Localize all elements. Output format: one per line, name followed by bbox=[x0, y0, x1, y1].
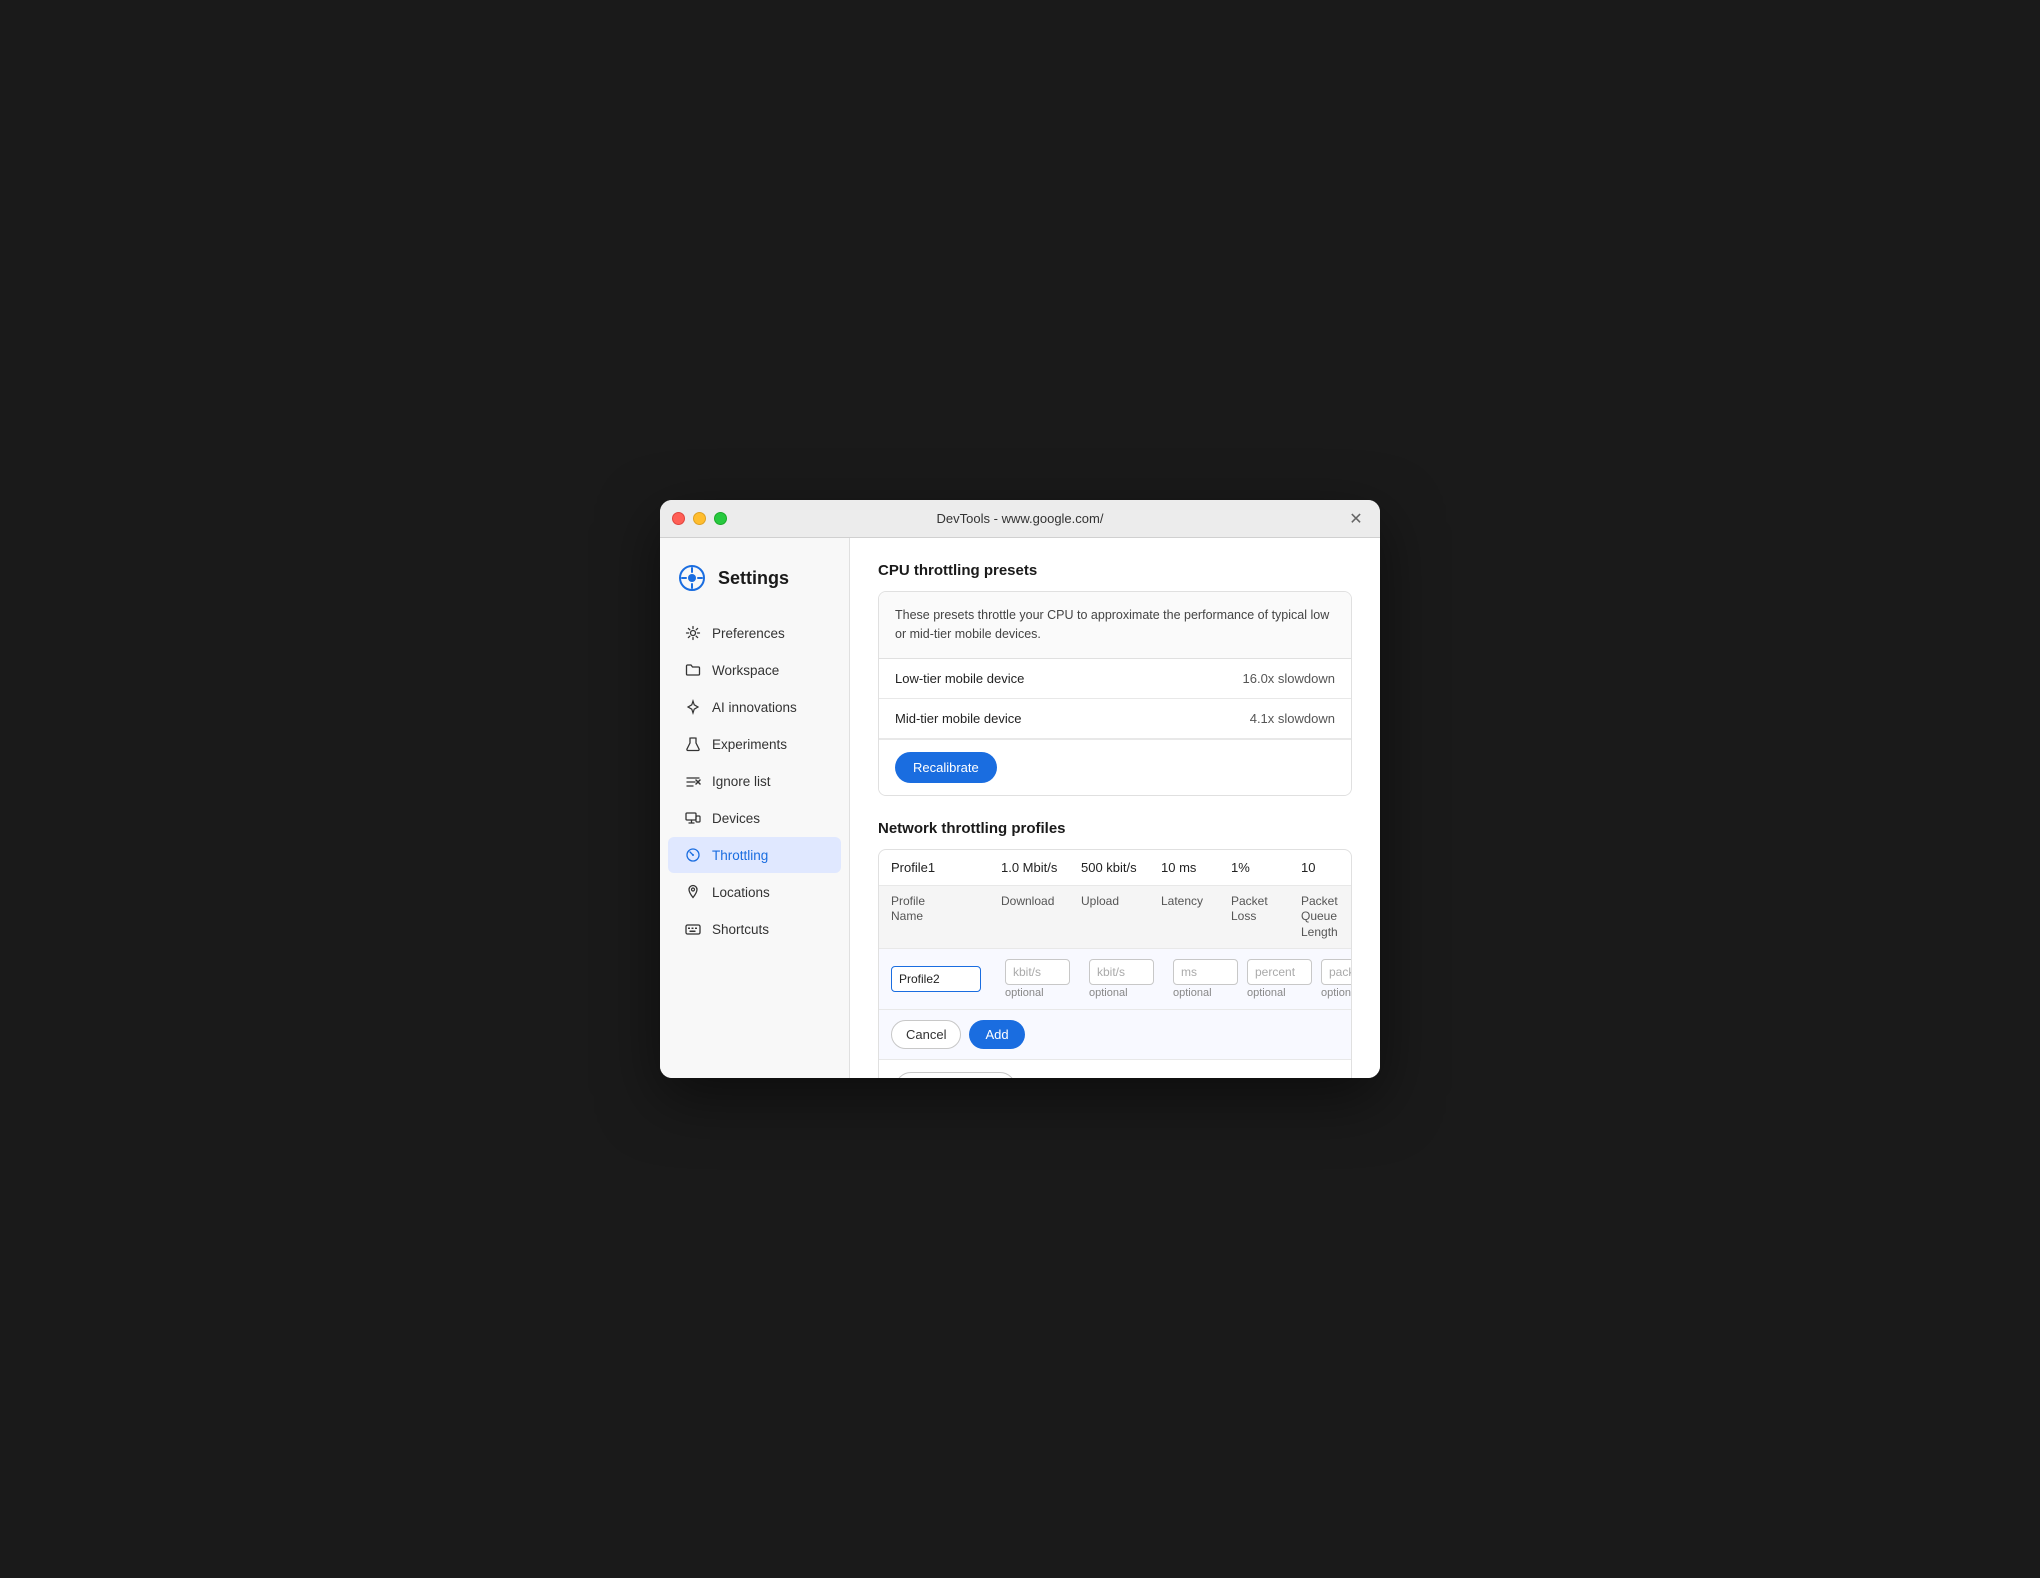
recalibrate-button[interactable]: Recalibrate bbox=[895, 752, 997, 783]
minimize-traffic-light[interactable] bbox=[693, 512, 706, 525]
latency-optional-label: optional bbox=[1173, 987, 1212, 999]
profile1-packet-queue: 10 bbox=[1301, 860, 1352, 875]
header-profile-name: ProfileName bbox=[891, 894, 1001, 941]
existing-profile-row: Profile1 1.0 Mbit/s 500 kbit/s 10 ms 1% … bbox=[879, 850, 1351, 886]
header-latency: Latency bbox=[1161, 894, 1231, 941]
add-profile-button[interactable]: + + Add profile bbox=[895, 1072, 1016, 1078]
profile1-name: Profile1 bbox=[891, 860, 1001, 875]
upload-optional-label: optional bbox=[1089, 987, 1128, 999]
throttling-icon bbox=[684, 846, 702, 864]
titlebar: DevTools - www.google.com/ ✕ bbox=[660, 500, 1380, 538]
locations-label: Locations bbox=[712, 885, 770, 900]
devices-icon bbox=[684, 809, 702, 827]
profile1-latency: 10 ms bbox=[1161, 860, 1231, 875]
sidebar-item-ai[interactable]: AI innovations bbox=[668, 689, 841, 725]
header-packet-queue: PacketQueueLength bbox=[1301, 894, 1352, 941]
packet-queue-optional-label: optional bbox=[1321, 987, 1352, 999]
devices-label: Devices bbox=[712, 811, 760, 826]
cpu-description: These presets throttle your CPU to appro… bbox=[879, 592, 1351, 659]
ignore-icon bbox=[684, 772, 702, 790]
sidebar-item-shortcuts[interactable]: Shortcuts bbox=[668, 911, 841, 947]
workspace-label: Workspace bbox=[712, 663, 779, 678]
download-optional-label: optional bbox=[1005, 987, 1044, 999]
flask-icon bbox=[684, 735, 702, 753]
header-packet-loss: PacketLoss bbox=[1231, 894, 1301, 941]
packet-loss-input-col: optional bbox=[1247, 959, 1317, 999]
mid-tier-row: Mid-tier mobile device 4.1x slowdown bbox=[879, 699, 1351, 739]
sidebar-item-preferences[interactable]: Preferences bbox=[668, 615, 841, 651]
close-traffic-light[interactable] bbox=[672, 512, 685, 525]
sidebar-item-workspace[interactable]: Workspace bbox=[668, 652, 841, 688]
profile1-download: 1.0 Mbit/s bbox=[1001, 860, 1081, 875]
experiments-label: Experiments bbox=[712, 737, 787, 752]
low-tier-label: Low-tier mobile device bbox=[895, 671, 1024, 686]
cpu-section-title: CPU throttling presets bbox=[878, 562, 1352, 579]
devtools-window: DevTools - www.google.com/ ✕ Settings bbox=[660, 500, 1380, 1078]
sidebar-header: Settings bbox=[660, 554, 849, 614]
shortcuts-label: Shortcuts bbox=[712, 922, 769, 937]
profile-headers-row: ProfileName Download Upload Latency Pack… bbox=[879, 886, 1351, 950]
sidebar: Settings Preferences bbox=[660, 538, 850, 1078]
download-input-col: optional bbox=[1005, 959, 1085, 999]
header-upload: Upload bbox=[1081, 894, 1161, 941]
main-panel: CPU throttling presets These presets thr… bbox=[850, 538, 1380, 1078]
profile1-upload: 500 kbit/s bbox=[1081, 860, 1161, 875]
low-tier-value: 16.0x slowdown bbox=[1243, 671, 1336, 686]
network-section-title: Network throttling profiles bbox=[878, 820, 1352, 837]
profile-download-input[interactable] bbox=[1005, 959, 1070, 985]
sidebar-item-ignore-list[interactable]: Ignore list bbox=[668, 763, 841, 799]
profile-packet-loss-input[interactable] bbox=[1247, 959, 1312, 985]
profile-name-input[interactable] bbox=[891, 966, 981, 992]
folder-icon bbox=[684, 661, 702, 679]
close-button[interactable]: ✕ bbox=[1346, 509, 1366, 529]
name-input-col bbox=[891, 966, 1001, 992]
gear-icon bbox=[684, 624, 702, 642]
traffic-lights bbox=[672, 512, 727, 525]
packet-queue-input-col: optional bbox=[1321, 959, 1352, 999]
latency-input-col: optional bbox=[1173, 959, 1243, 999]
add-button[interactable]: Add bbox=[969, 1020, 1024, 1049]
throttling-label: Throttling bbox=[712, 848, 768, 863]
sparkle-icon bbox=[684, 698, 702, 716]
packet-loss-optional-label: optional bbox=[1247, 987, 1286, 999]
network-throttling-card: Profile1 1.0 Mbit/s 500 kbit/s 10 ms 1% … bbox=[878, 849, 1352, 1079]
sidebar-item-devices[interactable]: Devices bbox=[668, 800, 841, 836]
sidebar-item-locations[interactable]: Locations bbox=[668, 874, 841, 910]
profile-upload-input[interactable] bbox=[1089, 959, 1154, 985]
cancel-button[interactable]: Cancel bbox=[891, 1020, 961, 1049]
mid-tier-label: Mid-tier mobile device bbox=[895, 711, 1021, 726]
header-download: Download bbox=[1001, 894, 1081, 941]
profile-latency-input[interactable] bbox=[1173, 959, 1238, 985]
profile1-packet-loss: 1% bbox=[1231, 860, 1301, 875]
ai-label: AI innovations bbox=[712, 700, 797, 715]
profile-packet-queue-input[interactable] bbox=[1321, 959, 1352, 985]
location-icon bbox=[684, 883, 702, 901]
settings-icon bbox=[676, 562, 708, 594]
profile-add-row: optional optional optional optional bbox=[879, 949, 1351, 1010]
cpu-throttling-card: These presets throttle your CPU to appro… bbox=[878, 591, 1352, 796]
mid-tier-value: 4.1x slowdown bbox=[1250, 711, 1335, 726]
ignore-list-label: Ignore list bbox=[712, 774, 771, 789]
keyboard-icon bbox=[684, 920, 702, 938]
cpu-card-footer: Recalibrate bbox=[879, 739, 1351, 795]
maximize-traffic-light[interactable] bbox=[714, 512, 727, 525]
sidebar-title: Settings bbox=[718, 568, 789, 589]
window-title: DevTools - www.google.com/ bbox=[937, 511, 1104, 526]
upload-input-col: optional bbox=[1089, 959, 1169, 999]
low-tier-row: Low-tier mobile device 16.0x slowdown bbox=[879, 659, 1351, 699]
preferences-label: Preferences bbox=[712, 626, 785, 641]
profile-actions: Cancel Add bbox=[879, 1010, 1351, 1060]
add-profile-row: + + Add profile bbox=[879, 1060, 1351, 1078]
sidebar-item-experiments[interactable]: Experiments bbox=[668, 726, 841, 762]
sidebar-item-throttling[interactable]: Throttling bbox=[668, 837, 841, 873]
main-content: Settings Preferences bbox=[660, 538, 1380, 1078]
